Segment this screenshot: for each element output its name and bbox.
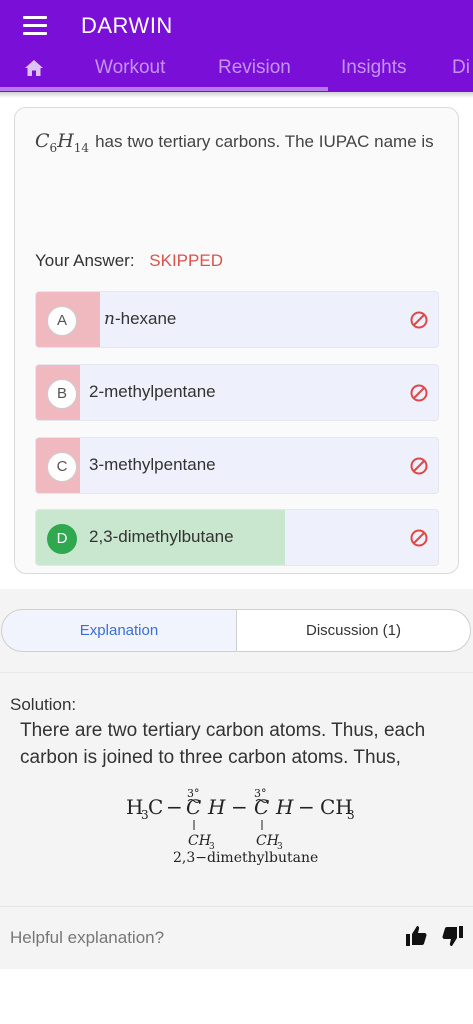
svg-text:−: − — [166, 795, 183, 819]
svg-text:C: C — [148, 795, 163, 819]
your-answer-label: Your Answer: — [35, 251, 135, 270]
tab-workout[interactable]: Workout — [95, 57, 165, 79]
your-answer-row: Your Answer: SKIPPED — [35, 251, 223, 271]
option-d-text: 2,3-dimethylbutane — [89, 527, 234, 546]
tab-explanation[interactable]: Explanation — [1, 609, 237, 652]
option-b[interactable]: B 2-methylpentane — [35, 364, 439, 421]
tab-revision[interactable]: Revision — [218, 57, 291, 79]
svg-text:H: H — [275, 795, 294, 819]
formula-caption: 2,3−dimethylbutane — [173, 850, 318, 866]
structural-formula: H 3 C − C 3° H − C 3° H − CH 3 CH 3 CH 3 — [126, 787, 355, 866]
svg-text:3: 3 — [347, 808, 355, 822]
helpful-label: Helpful explanation? — [10, 928, 165, 947]
svg-text:3°: 3° — [254, 787, 267, 800]
ban-icon — [410, 311, 428, 329]
ban-icon — [410, 384, 428, 402]
option-d-letter: D — [47, 524, 77, 554]
option-a[interactable]: A n-hexane — [35, 291, 439, 348]
svg-text:−: − — [231, 795, 248, 819]
svg-text:H: H — [207, 795, 226, 819]
ban-icon — [410, 529, 428, 547]
tab-indicator — [0, 87, 328, 91]
svg-text:−: − — [298, 795, 315, 819]
option-b-text: 2-methylpentane — [89, 382, 216, 401]
option-c[interactable]: C 3-methylpentane — [35, 437, 439, 494]
option-c-text: 3-methylpentane — [89, 455, 216, 474]
tab-discussion[interactable]: Discussion (1) — [236, 609, 471, 652]
option-a-text: n-hexane — [104, 309, 177, 329]
menu-icon[interactable] — [23, 16, 47, 36]
question-text: C6H14 has two tertiary carbons. The IUPA… — [35, 130, 434, 155]
option-a-letter: A — [47, 306, 77, 336]
your-answer-value: SKIPPED — [149, 251, 223, 270]
header-shadow — [0, 92, 473, 98]
solution-panel: Solution: There are two tertiary carbon … — [0, 672, 473, 906]
app-title: DARWIN — [81, 13, 173, 38]
option-c-letter: C — [47, 452, 77, 482]
svg-text:3°: 3° — [187, 787, 200, 800]
option-b-letter: B — [47, 379, 77, 409]
home-icon[interactable] — [24, 59, 44, 77]
thumbs-up-icon[interactable] — [404, 924, 428, 948]
app-header: DARWIN Workout Revision Insights Di — [0, 0, 473, 92]
feedback-bar: Helpful explanation? — [0, 906, 473, 968]
tab-truncated[interactable]: Di — [452, 57, 470, 79]
thumbs-down-icon[interactable] — [441, 924, 465, 948]
ban-icon — [410, 457, 428, 475]
tab-bar: Workout Revision Insights Di — [0, 52, 473, 88]
option-d[interactable]: D 2,3-dimethylbutane — [35, 509, 439, 566]
question-card: C6H14 has two tertiary carbons. The IUPA… — [14, 107, 459, 574]
tab-insights[interactable]: Insights — [341, 57, 406, 79]
